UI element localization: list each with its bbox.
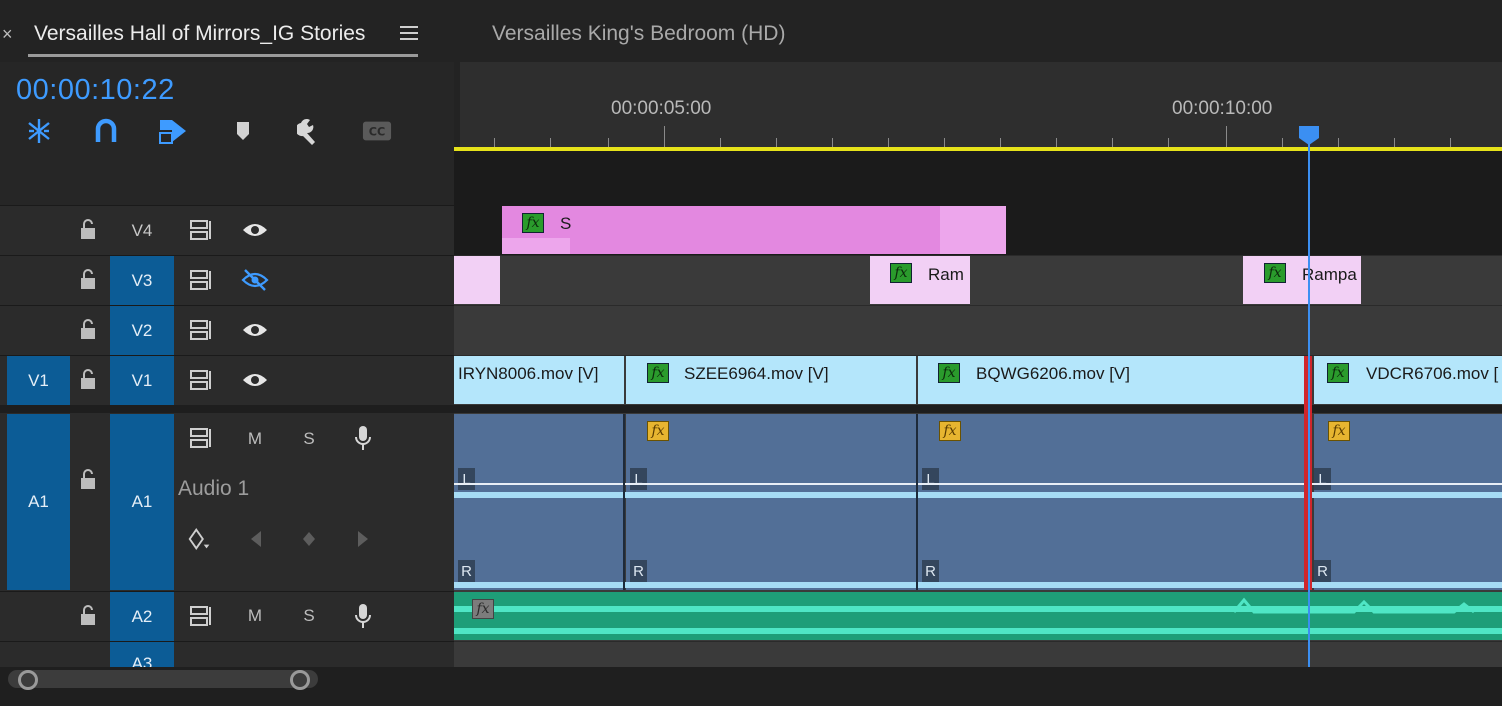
playhead-handle[interactable] xyxy=(1297,124,1321,151)
close-tab-icon[interactable]: × xyxy=(2,24,13,45)
ruler-label-10s: 00:00:10:00 xyxy=(1172,98,1273,119)
track-lock-icon[interactable] xyxy=(78,268,102,295)
fx-badge[interactable]: fx xyxy=(472,599,494,619)
audio-track-name[interactable]: Audio 1 xyxy=(178,477,249,501)
fx-badge[interactable]: fx xyxy=(938,363,960,383)
audio-waveform-a1 xyxy=(454,414,1502,590)
insert-sequence-nest-icon[interactable] xyxy=(24,116,54,146)
video-audio-divider[interactable] xyxy=(0,405,1502,413)
clip-v1-iryn8006[interactable]: IRYN8006.mov [V] xyxy=(454,356,624,404)
audio-waveform-a2 xyxy=(454,597,1502,634)
snap-magnet-icon[interactable] xyxy=(91,116,121,146)
toggle-track-output-eye-icon[interactable] xyxy=(241,366,269,394)
clip-v1-bqwg6206[interactable]: fx BQWG6206.mov [V] xyxy=(918,356,1304,404)
panel-menu-icon[interactable] xyxy=(400,26,418,42)
fx-badge[interactable]: fx xyxy=(522,213,544,233)
track-lock-icon[interactable] xyxy=(78,604,102,631)
clip-v3-tail[interactable] xyxy=(454,256,500,304)
zoom-handle-left[interactable] xyxy=(18,670,38,690)
active-tab-indicator xyxy=(28,54,418,57)
mute-track-button[interactable]: M xyxy=(245,429,265,449)
add-keyframe-icon[interactable] xyxy=(295,525,323,553)
zoom-scroll-track[interactable] xyxy=(8,670,318,688)
captions-icon[interactable]: CC xyxy=(362,116,392,146)
ruler-label-5s: 00:00:05:00 xyxy=(611,98,712,119)
playhead-line[interactable] xyxy=(1308,140,1310,667)
fx-badge[interactable]: fx xyxy=(647,363,669,383)
clip-name: Rampa xyxy=(1302,265,1357,284)
svg-text:CC: CC xyxy=(369,126,386,139)
voiceover-record-mic-icon[interactable] xyxy=(349,424,377,452)
track-header-v4 xyxy=(0,205,454,255)
track-target-a3[interactable]: A3 xyxy=(110,642,174,667)
sync-lock-icon[interactable] xyxy=(188,316,216,344)
next-keyframe-icon[interactable] xyxy=(349,525,377,553)
clip-name: BQWG6206.mov [V] xyxy=(976,364,1130,383)
show-keyframes-icon[interactable] xyxy=(186,525,214,553)
clip-v3-ram[interactable]: fx Ram xyxy=(870,256,970,304)
clip-v1-szee6964[interactable]: fx SZEE6964.mov [V] xyxy=(626,356,916,404)
linked-selection-icon[interactable] xyxy=(158,116,188,146)
track-target-v3[interactable]: V3 xyxy=(110,256,174,305)
voiceover-record-mic-icon[interactable] xyxy=(349,602,377,630)
clip-a2-music[interactable]: fx xyxy=(454,592,1502,640)
previous-keyframe-icon[interactable] xyxy=(242,525,270,553)
track-header-a2 xyxy=(0,591,454,641)
sync-lock-icon[interactable] xyxy=(188,216,216,244)
mute-track-button[interactable]: M xyxy=(245,606,265,626)
fx-badge[interactable]: fx xyxy=(890,263,912,283)
track-header-v2 xyxy=(0,305,454,355)
timeline-empty-area xyxy=(454,151,1502,205)
zoom-handle-right[interactable] xyxy=(290,670,310,690)
track-header-v3 xyxy=(0,255,454,305)
track-lock-icon[interactable] xyxy=(78,468,102,495)
clip-v1-vdcr6706[interactable]: fx VDCR6706.mov [ xyxy=(1314,356,1502,404)
solo-track-button[interactable]: S xyxy=(299,606,319,626)
track-target-a1[interactable]: A1 xyxy=(110,414,174,590)
clip-name: S xyxy=(560,214,572,233)
sync-lock-icon[interactable] xyxy=(188,266,216,294)
clip-name: VDCR6706.mov [ xyxy=(1366,364,1499,383)
clip-v3-rampa[interactable]: fx Rampa xyxy=(1243,256,1361,304)
clip-name: SZEE6964.mov [V] xyxy=(684,364,829,383)
clip-name: Ram xyxy=(928,265,964,284)
fx-badge[interactable]: fx xyxy=(1264,263,1286,283)
sync-lock-icon[interactable] xyxy=(188,602,216,630)
track-target-a2[interactable]: A2 xyxy=(110,592,174,641)
track-target-v4[interactable]: V4 xyxy=(110,206,174,255)
sync-lock-icon[interactable] xyxy=(188,424,216,452)
track-lock-icon[interactable] xyxy=(78,368,102,395)
track-lock-icon[interactable] xyxy=(78,218,102,245)
toggle-track-output-eye-icon[interactable] xyxy=(241,216,269,244)
add-marker-icon[interactable] xyxy=(228,116,258,146)
track-lock-icon[interactable] xyxy=(78,318,102,345)
clip-name: IRYN8006.mov [V] xyxy=(458,364,599,383)
source-patch-v1[interactable]: V1 xyxy=(7,356,70,405)
toggle-track-output-eye-icon[interactable] xyxy=(241,316,269,344)
tab-sequence-2[interactable]: Versailles King's Bedroom (HD) xyxy=(492,22,785,46)
track-output-hidden-eye-icon[interactable] xyxy=(241,266,269,294)
clip-v4-graphic[interactable]: fx S xyxy=(502,206,1006,254)
track-target-v1[interactable]: V1 xyxy=(110,356,174,405)
lane-v2[interactable] xyxy=(454,305,1502,355)
source-patch-a1[interactable]: A1 xyxy=(7,414,70,590)
solo-track-button[interactable]: S xyxy=(299,429,319,449)
track-header-a3 xyxy=(0,641,454,667)
timeline-settings-wrench-icon[interactable] xyxy=(296,116,326,146)
playhead-timecode[interactable]: 00:00:10:22 xyxy=(16,74,175,107)
lane-a3[interactable] xyxy=(454,641,1502,667)
fx-badge[interactable]: fx xyxy=(1327,363,1349,383)
tab-active-sequence[interactable]: Versailles Hall of Mirrors_IG Stories xyxy=(34,22,365,46)
sync-lock-icon[interactable] xyxy=(188,366,216,394)
track-target-v2[interactable]: V2 xyxy=(110,306,174,355)
